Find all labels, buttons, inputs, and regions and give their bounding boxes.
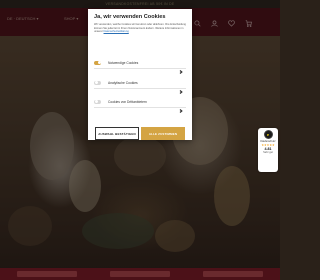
teaser-tile [109,271,170,277]
cookie-option-label: Cookies von Drittanbietern [108,99,147,104]
cookie-option-third-party[interactable]: Cookies von Drittanbietern [94,96,186,113]
chevron-down-icon[interactable] [179,100,183,113]
cookie-option-analytics[interactable]: Analytische Cookies [94,77,186,94]
rating-description: Sehr gut [263,151,273,154]
cookie-option-necessary[interactable]: Notwendige Cookies [94,57,186,74]
necessary-cookies-toggle[interactable] [94,60,101,65]
teaser-tile [203,271,264,277]
cookie-option-label: Analytische Cookies [108,80,138,85]
confirm-selection-button[interactable]: AUSWAHL BESTÄTIGEN [95,127,139,140]
teaser-tile [16,271,77,277]
modal-title: Ja, wir verwenden Cookies [94,14,166,20]
cookie-consent-modal: Ja, wir verwenden Cookies Wir verwenden,… [88,9,192,140]
analytics-cookies-toggle[interactable] [94,80,101,85]
privacy-policy-link[interactable]: Datenschutzerklärung [104,30,129,33]
trusted-shops-badge[interactable]: e Käuferschutz ★★★★★ 4.81 Sehr gut [258,128,278,172]
trust-seal-icon: e [263,130,273,139]
modal-body: Wir verwenden, welche Cookies wir benutz… [94,23,186,42]
accept-all-button[interactable]: ALLE ZUSTIMMEN [141,127,185,140]
bottom-teaser-strip [0,268,280,280]
third-party-cookies-toggle[interactable] [94,99,101,104]
chevron-down-icon[interactable] [179,81,183,94]
chevron-down-icon[interactable] [179,61,183,74]
cookie-option-label: Notwendige Cookies [108,60,139,65]
